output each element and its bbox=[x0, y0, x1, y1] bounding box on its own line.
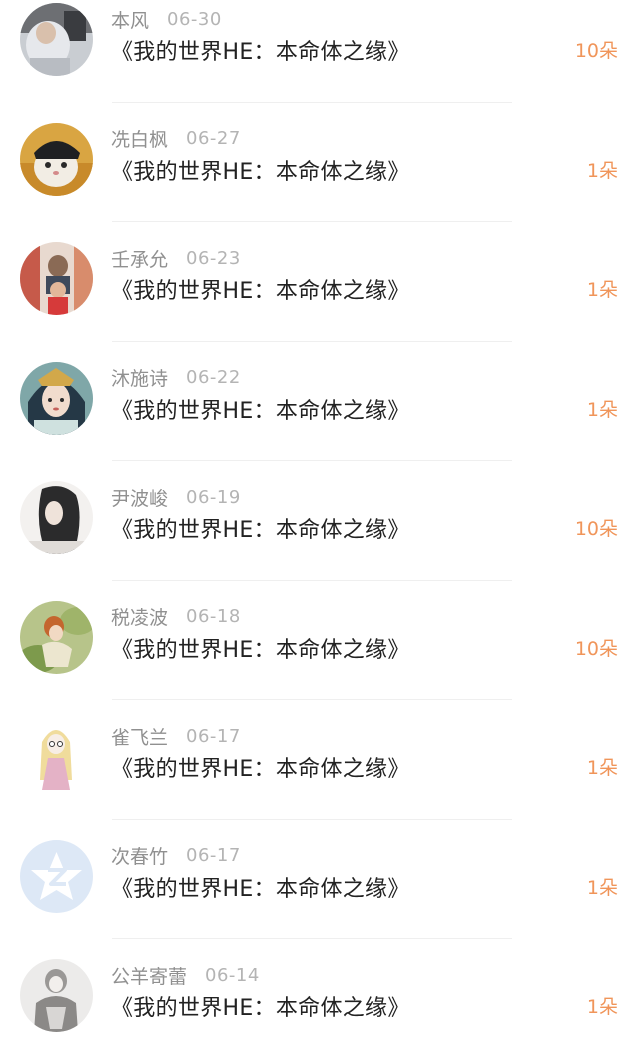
record-date: 06-17 bbox=[186, 725, 241, 747]
user-name[interactable]: 冼白枫 bbox=[111, 125, 168, 152]
book-title[interactable]: 《我的世界HE：本命体之缘》 bbox=[111, 34, 410, 66]
record-date: 06-19 bbox=[186, 486, 241, 508]
record-date: 06-22 bbox=[186, 367, 241, 388]
list-item[interactable]: 冼白枫 06-27 《我的世界HE：本命体之缘》 1朵 bbox=[0, 101, 640, 222]
book-title[interactable]: 《我的世界HE：本命体之缘》 bbox=[111, 990, 410, 1022]
record-meta: 税凌波 06-18 bbox=[111, 602, 241, 632]
divider bbox=[112, 938, 512, 939]
record-date: 06-18 bbox=[186, 606, 241, 627]
flower-count: 1朵 bbox=[586, 398, 618, 421]
book-title[interactable]: 《我的世界HE：本命体之缘》 bbox=[111, 512, 410, 544]
user-name[interactable]: 本风 bbox=[111, 6, 149, 33]
divider bbox=[112, 579, 512, 581]
gift-record-list: 本风 06-30 《我的世界HE：本命体之缘》 10朵 冼白枫 06-27 《我… bbox=[0, 0, 640, 1058]
record-date: 06-17 bbox=[186, 845, 241, 866]
divider bbox=[112, 340, 512, 342]
cat-avatar-icon[interactable] bbox=[20, 122, 93, 196]
default-avatar-icon[interactable] bbox=[20, 839, 93, 913]
user-name[interactable]: 公羊寄蕾 bbox=[111, 962, 187, 989]
list-item[interactable]: 雀飞兰 06-17 《我的世界HE：本命体之缘》 1朵 bbox=[0, 699, 640, 819]
record-date: 06-23 bbox=[186, 247, 241, 269]
list-item[interactable]: 公羊寄蕾 06-14 《我的世界HE：本命体之缘》 1朵 bbox=[0, 938, 640, 1058]
book-title[interactable]: 《我的世界HE：本命体之缘》 bbox=[111, 273, 410, 305]
record-meta: 雀飞兰 06-17 bbox=[111, 721, 241, 751]
list-item[interactable]: 沐施诗 06-22 《我的世界HE：本命体之缘》 1朵 bbox=[0, 340, 640, 461]
flower-count: 10朵 bbox=[574, 637, 618, 660]
flower-count: 1朵 bbox=[586, 279, 618, 301]
user-name[interactable]: 沐施诗 bbox=[111, 364, 168, 391]
list-item[interactable]: 壬承允 06-23 《我的世界HE：本命体之缘》 1朵 bbox=[0, 221, 640, 341]
flower-count: 1朵 bbox=[586, 757, 618, 779]
book-title[interactable]: 《我的世界HE：本命体之缘》 bbox=[111, 871, 410, 903]
flower-count: 10朵 bbox=[574, 518, 618, 540]
user-name[interactable]: 税凌波 bbox=[111, 603, 168, 630]
photo-avatar-icon[interactable] bbox=[20, 481, 93, 554]
record-meta: 沐施诗 06-22 bbox=[111, 363, 241, 393]
illustration-avatar-icon[interactable] bbox=[20, 600, 93, 674]
photo-avatar-icon[interactable] bbox=[20, 3, 93, 76]
record-meta: 壬承允 06-23 bbox=[111, 243, 241, 273]
list-item[interactable]: 尹波峻 06-19 《我的世界HE：本命体之缘》 10朵 bbox=[0, 460, 640, 580]
book-title[interactable]: 《我的世界HE：本命体之缘》 bbox=[111, 393, 410, 425]
flower-count: 1朵 bbox=[586, 996, 618, 1018]
record-meta: 尹波峻 06-19 bbox=[111, 482, 241, 512]
divider bbox=[112, 221, 512, 222]
record-meta: 次春竹 06-17 bbox=[111, 841, 241, 871]
user-name[interactable]: 次春竹 bbox=[111, 842, 168, 869]
book-title[interactable]: 《我的世界HE：本命体之缘》 bbox=[111, 751, 410, 783]
sketch-avatar-icon[interactable] bbox=[20, 959, 93, 1032]
book-title[interactable]: 《我的世界HE：本命体之缘》 bbox=[111, 632, 410, 664]
flower-count: 1朵 bbox=[586, 876, 618, 899]
record-meta: 本风 06-30 bbox=[111, 4, 222, 34]
divider bbox=[112, 460, 512, 461]
record-meta: 公羊寄蕾 06-14 bbox=[111, 960, 260, 990]
illustration-avatar-icon[interactable] bbox=[20, 361, 93, 435]
record-date: 06-27 bbox=[186, 128, 241, 149]
record-meta: 冼白枫 06-27 bbox=[111, 124, 241, 154]
record-date: 06-14 bbox=[205, 964, 260, 986]
list-item[interactable]: 次春竹 06-17 《我的世界HE：本命体之缘》 1朵 bbox=[0, 818, 640, 939]
flower-count: 10朵 bbox=[574, 40, 618, 62]
record-date: 06-30 bbox=[167, 8, 222, 30]
list-item[interactable]: 税凌波 06-18 《我的世界HE：本命体之缘》 10朵 bbox=[0, 579, 640, 700]
user-name[interactable]: 壬承允 bbox=[111, 245, 168, 272]
list-item[interactable]: 本风 06-30 《我的世界HE：本命体之缘》 10朵 bbox=[0, 0, 640, 102]
book-title[interactable]: 《我的世界HE：本命体之缘》 bbox=[111, 154, 410, 186]
user-name[interactable]: 尹波峻 bbox=[111, 484, 168, 511]
divider bbox=[112, 818, 512, 820]
photo-avatar-icon[interactable] bbox=[20, 242, 93, 315]
user-name[interactable]: 雀飞兰 bbox=[111, 723, 168, 750]
divider bbox=[112, 101, 512, 103]
flower-count: 1朵 bbox=[586, 159, 618, 182]
divider bbox=[112, 699, 512, 700]
cartoon-girl-avatar-icon[interactable] bbox=[20, 720, 93, 793]
